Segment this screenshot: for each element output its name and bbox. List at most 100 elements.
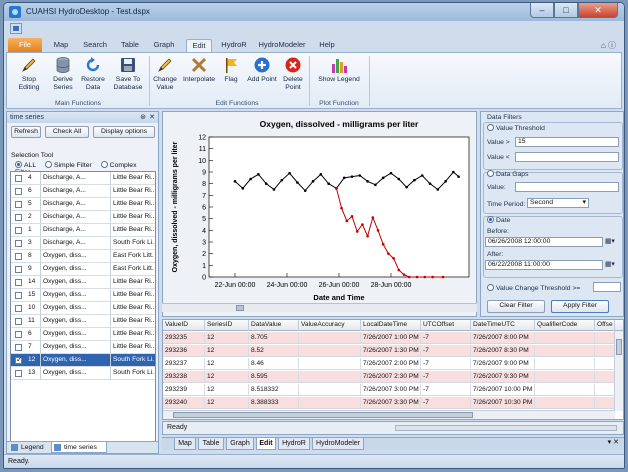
data-point[interactable] <box>288 171 291 175</box>
check-all-button[interactable]: Check All <box>45 126 89 138</box>
data-point[interactable] <box>413 178 416 182</box>
data-gaps-radio[interactable]: Data Gaps <box>487 170 529 178</box>
value-change-input[interactable] <box>593 282 621 292</box>
stop-editing-button[interactable]: Stop Editing <box>11 56 47 91</box>
close-panel-icon[interactable]: ✕ <box>149 112 155 123</box>
column-header[interactable]: DateTimeUTC <box>471 320 535 331</box>
data-point[interactable] <box>415 275 419 279</box>
scroll-thumb[interactable] <box>236 305 244 311</box>
series-checkbox[interactable] <box>15 214 22 221</box>
table-row[interactable]: 293240 12 8.388333 7/26/2007 3:30 PM -7 7/26/… <box>163 397 615 409</box>
data-point[interactable] <box>366 234 369 238</box>
data-point[interactable] <box>335 187 338 190</box>
minimize-button[interactable]: – <box>530 3 554 18</box>
delete-point-button[interactable]: Delete Point <box>281 56 305 91</box>
before-date-picker[interactable]: 06/26/2008 12:00:00 <box>485 237 603 247</box>
calendar-icon[interactable]: ▦▾ <box>605 260 615 268</box>
series-checkbox[interactable] <box>15 266 22 273</box>
series-checkbox[interactable] <box>15 188 22 195</box>
data-point[interactable] <box>420 174 424 177</box>
data-point[interactable] <box>340 206 343 210</box>
data-point[interactable] <box>381 176 385 180</box>
data-point[interactable] <box>436 188 440 191</box>
time-period-select[interactable]: Second <box>527 198 589 208</box>
data-point[interactable] <box>249 177 252 181</box>
close-button[interactable]: ✕ <box>578 3 618 18</box>
table-horizontal-scrollbar[interactable] <box>163 410 615 419</box>
tab-list-close-icons[interactable]: ▾ ✕ <box>608 438 619 446</box>
series-row[interactable]: 5 Discharge, A... Little Bear Ri... <box>11 198 155 211</box>
data-point[interactable] <box>405 185 408 189</box>
column-header[interactable]: DataValue <box>249 320 299 331</box>
data-point[interactable] <box>327 182 330 185</box>
data-point[interactable] <box>311 180 315 183</box>
data-point[interactable] <box>366 180 369 183</box>
data-point[interactable] <box>350 215 354 218</box>
series-checkbox[interactable] <box>15 318 22 325</box>
data-point[interactable] <box>371 216 375 219</box>
table-row[interactable]: 293236 12 8.52 7/26/2007 1:30 PM -7 7/26/2007… <box>163 345 615 357</box>
column-header[interactable]: Offse <box>595 320 615 331</box>
data-point[interactable] <box>397 177 401 181</box>
radio-all[interactable]: ALL <box>15 161 36 169</box>
series-row[interactable]: 2 Discharge, A... Little Bear Ri... <box>11 211 155 224</box>
file-tab[interactable]: File <box>8 38 42 52</box>
data-point[interactable] <box>296 181 299 184</box>
doc-tab-map[interactable]: Map <box>174 438 196 450</box>
data-point[interactable] <box>387 252 390 255</box>
column-header[interactable]: ValueAccuracy <box>299 320 361 331</box>
data-point[interactable] <box>423 275 427 279</box>
data-point[interactable] <box>241 187 245 190</box>
data-point[interactable] <box>392 257 395 260</box>
data-point[interactable] <box>350 175 354 178</box>
tab-search[interactable]: Search <box>82 39 108 52</box>
display-options-button[interactable]: Display options <box>93 126 155 138</box>
table-row[interactable]: 293238 12 8.595 7/26/2007 2:30 PM -7 7/26/200… <box>163 371 615 383</box>
save-to-database-button[interactable]: Save To Database <box>111 56 145 91</box>
table-row[interactable]: 293237 12 8.46 7/26/2007 2:00 PM -7 7/26/2007… <box>163 358 615 370</box>
data-point[interactable] <box>376 229 380 232</box>
table-row[interactable]: 293239 12 8.518332 7/26/2007 3:00 PM -7 7/26/… <box>163 384 615 396</box>
doc-tab-table[interactable]: Table <box>198 438 224 450</box>
doc-tab-hydror[interactable]: HydroR <box>278 438 310 450</box>
series-row[interactable]: 12 Oxygen, diss... South Fork Li... <box>11 354 155 367</box>
tab-edit[interactable]: Edit <box>186 39 212 52</box>
data-point[interactable] <box>319 173 323 176</box>
series-checkbox[interactable] <box>15 253 22 260</box>
gap-value-input[interactable] <box>515 182 619 192</box>
data-point[interactable] <box>342 176 346 180</box>
doc-tab-edit[interactable]: Edit <box>256 438 276 450</box>
series-checkbox[interactable] <box>15 344 22 351</box>
data-point[interactable] <box>407 275 411 279</box>
series-row[interactable]: 1 Discharge, A... Little Bear Ri... <box>11 224 155 237</box>
tab-legend[interactable]: Legend <box>9 442 49 453</box>
data-point[interactable] <box>452 170 455 174</box>
series-checkbox[interactable] <box>15 354 23 366</box>
series-checkbox[interactable] <box>15 240 22 247</box>
data-point[interactable] <box>345 219 349 223</box>
scroll-thumb[interactable] <box>173 412 473 418</box>
change-value-button[interactable]: Change Value <box>152 56 178 91</box>
refresh-button[interactable]: Refresh <box>11 126 41 138</box>
restore-data-button[interactable]: Restore Data <box>79 56 107 91</box>
data-point[interactable] <box>389 171 393 175</box>
series-row[interactable]: 6 Discharge, A... Little Bear Ri... <box>11 185 155 198</box>
value-change-radio[interactable]: Value Change Threshold >= <box>487 284 580 292</box>
data-point[interactable] <box>441 275 445 279</box>
data-point[interactable] <box>358 174 362 177</box>
series-row[interactable]: 15 Oxygen, diss... Little Bear Ri... <box>11 289 155 302</box>
oxygen-chart[interactable]: Oxygen, dissolved - milligrams per liter… <box>163 112 478 304</box>
value-threshold-radio[interactable]: Value Threshold <box>487 124 545 132</box>
doc-tab-hydromodeler[interactable]: HydroModeler <box>312 438 364 450</box>
chart-scrollbar[interactable] <box>162 303 477 312</box>
data-point[interactable] <box>361 223 364 226</box>
series-row[interactable]: 11 Oxygen, diss... Little Bear Ri... <box>11 315 155 328</box>
series-checkbox[interactable] <box>15 305 22 312</box>
flag-button[interactable]: Flag <box>221 56 241 84</box>
after-date-picker[interactable]: 06/22/2008 11:00:00 <box>485 260 603 270</box>
data-point[interactable] <box>374 183 377 187</box>
series-row[interactable]: 7 Oxygen, diss... Little Bear Ri... <box>11 341 155 354</box>
tab-help[interactable]: Help <box>316 39 338 52</box>
data-point[interactable] <box>272 188 276 191</box>
data-point[interactable] <box>428 182 432 185</box>
